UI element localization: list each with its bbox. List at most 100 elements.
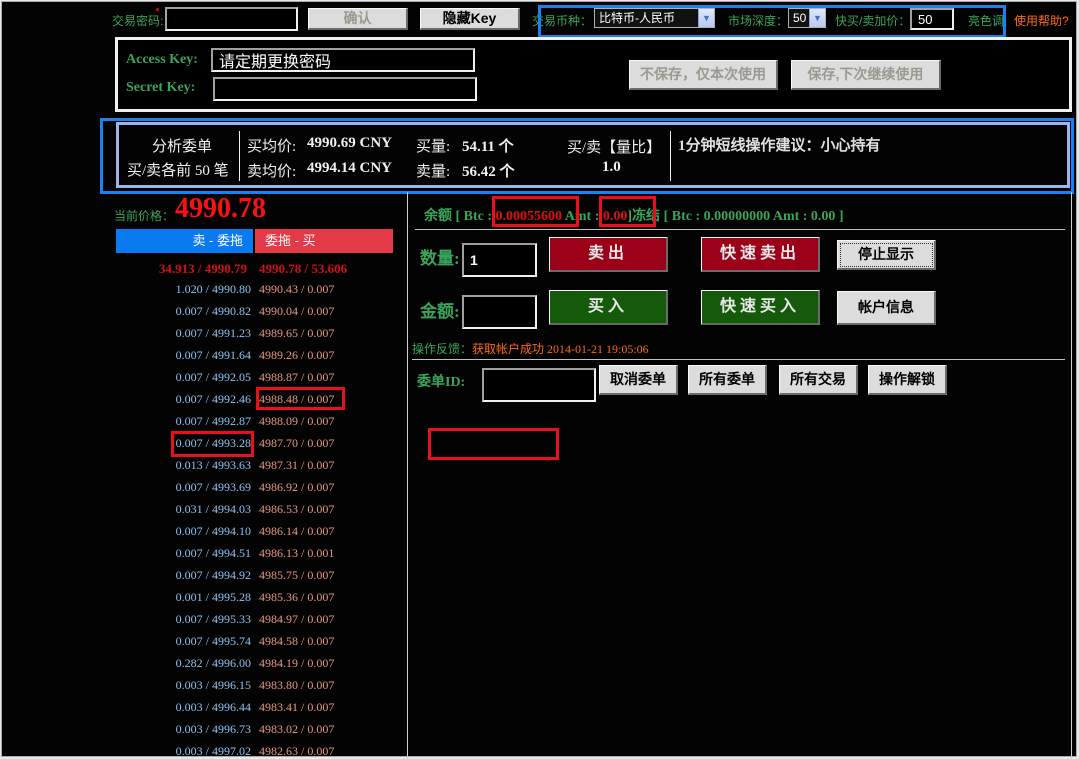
amount-input[interactable]	[462, 295, 537, 329]
ask-entry: 0.007 / 4993.69	[175, 480, 251, 494]
save-button[interactable]: 保存,下次继续使用	[791, 60, 941, 90]
quick-buy-button[interactable]: 快速买入	[701, 290, 820, 325]
current-price: 4990.78	[175, 193, 266, 224]
order-book-row: 0.003 / 4996.44 4983.41 / 0.007	[152, 696, 372, 718]
stop-display-button[interactable]: 停止显示	[837, 240, 936, 270]
bid-entry: 4989.65 / 0.007	[259, 326, 335, 340]
confirm-button[interactable]: 确认	[308, 8, 408, 30]
order-book-row: 0.007 / 4992.87 4988.09 / 0.007	[152, 410, 372, 432]
sell-avg-label: 卖均价:	[247, 164, 297, 180]
analysis-title: 分析委单	[152, 139, 213, 155]
highlight-box	[599, 196, 656, 227]
unlock-button[interactable]: 操作解锁	[868, 365, 947, 395]
bid-entry: 4987.31 / 0.007	[259, 458, 335, 472]
order-book-row: 0.282 / 4996.00 4984.19 / 0.007	[152, 652, 372, 674]
ask-entry: 0.007 / 4990.82	[175, 304, 251, 318]
highlight-box	[428, 428, 559, 460]
app-window: 交易密码: 确认 隐藏Key 交易币种： 比特币-人民币 ▼ 市场深度： 50 …	[1, 1, 1077, 759]
cancel-order-button[interactable]: 取消委单	[599, 365, 678, 395]
ask-entry: 0.007 / 4994.92	[175, 568, 251, 582]
order-book-row: 0.007 / 4994.10 4986.14 / 0.007	[152, 520, 372, 542]
ask-entry: 0.001 / 4995.28	[175, 590, 251, 604]
secret-key-input[interactable]	[213, 77, 477, 101]
bid-entry: 4990.43 / 0.007	[259, 282, 335, 296]
ask-entry: 0.007 / 4992.87	[175, 414, 251, 428]
divider	[412, 359, 1065, 360]
feedback-label: 操作反馈：	[412, 342, 473, 356]
highlight-box	[492, 196, 579, 227]
bid-entry: 4986.53 / 0.007	[259, 502, 335, 516]
no-save-button[interactable]: 不保存，仅本次使用	[629, 60, 778, 90]
ratio-value: 1.0	[602, 159, 621, 175]
buy-vol-value: 54.11 个	[462, 139, 514, 155]
order-book-row: 0.003 / 4996.73 4983.02 / 0.007	[152, 718, 372, 740]
ask-entry: 0.282 / 4996.00	[175, 656, 251, 670]
divider	[239, 131, 240, 181]
sell-vol-label: 卖量:	[416, 164, 451, 180]
ask-entry: 0.007 / 4995.74	[175, 634, 251, 648]
quick-sell-button[interactable]: 快速卖出	[701, 237, 820, 272]
bid-entry: 4984.58 / 0.007	[259, 634, 335, 648]
sell-vol-value: 56.42 个	[462, 164, 515, 180]
bid-entry: 4983.41 / 0.007	[259, 700, 335, 714]
balance-label: 余额	[424, 209, 452, 224]
ask-entry: 0.003 / 4997.02	[175, 744, 251, 758]
highlight-box	[538, 5, 1006, 38]
analysis-subtitle: 买/卖各前 50 笔	[127, 163, 229, 179]
required-dot-icon	[156, 8, 159, 11]
order-book-row: 0.031 / 4994.03 4986.53 / 0.007	[152, 498, 372, 520]
bid-entry: 4988.09 / 0.007	[259, 414, 335, 428]
bid-entry: 4988.87 / 0.007	[259, 370, 335, 384]
access-key-label: Access Key:	[126, 52, 198, 67]
feedback-text: 获取帐户成功 2014-01-21 19:05:06	[472, 342, 649, 356]
trading-advice: 1分钟短线操作建议：小心持有	[678, 138, 881, 154]
all-orders-button[interactable]: 所有委单	[688, 365, 767, 395]
order-book-row: 0.003 / 4996.15 4983.80 / 0.007	[152, 674, 372, 696]
ask-entry: 1.020 / 4990.80	[175, 282, 251, 296]
quantity-input[interactable]	[462, 243, 537, 277]
order-book-row: 0.007 / 4991.23 4989.65 / 0.007	[152, 322, 372, 344]
hide-key-button[interactable]: 隐藏Key	[420, 8, 520, 30]
order-book-row: 0.007 / 4990.82 4990.04 / 0.007	[152, 300, 372, 322]
buy-orders-tab[interactable]: 委拖 - 买	[255, 229, 393, 253]
buy-button[interactable]: 买入	[549, 290, 668, 325]
balance-btc-prefix: [ Btc :	[455, 209, 493, 224]
password-label: 交易密码:	[112, 14, 164, 28]
bid-entry: 4989.26 / 0.007	[259, 348, 335, 362]
ask-entry: 0.007 / 4994.51	[175, 546, 251, 560]
bid-entry: 4990.04 / 0.007	[259, 304, 335, 318]
buy-vol-label: 买量:	[416, 139, 451, 155]
password-input[interactable]	[165, 7, 298, 31]
buy-avg-label: 买均价:	[247, 139, 297, 155]
ask-entry: 0.013 / 4993.63	[175, 458, 251, 472]
ask-entry: 0.007 / 4995.33	[175, 612, 251, 626]
ask-entry: 0.003 / 4996.44	[175, 700, 251, 714]
sell-button[interactable]: 卖出	[549, 237, 668, 272]
access-key-input[interactable]	[211, 48, 475, 72]
divider	[415, 229, 1065, 230]
ask-entry: 0.007 / 4992.05	[175, 370, 251, 384]
ask-entry: 0.007 / 4994.10	[175, 524, 251, 538]
bid-entry: 4986.14 / 0.007	[259, 524, 335, 538]
panel-divider	[407, 192, 408, 759]
order-book-row: 0.003 / 4997.02 4982.63 / 0.007	[152, 740, 372, 759]
sell-orders-tab[interactable]: 卖 - 委拖	[116, 229, 253, 253]
sell-avg-value: 4994.14 CNY	[307, 160, 392, 176]
amount-label: 金额:	[420, 302, 460, 321]
bid-entry: 4985.75 / 0.007	[259, 568, 335, 582]
bid-entry: 4983.02 / 0.007	[259, 722, 335, 736]
frozen-value: [ Btc : 0.00000000 Amt : 0.00 ]	[663, 209, 844, 224]
all-trades-button[interactable]: 所有交易	[779, 365, 858, 395]
account-info-button[interactable]: 帐户信息	[837, 291, 936, 325]
help-link[interactable]: 使用帮助?	[1014, 12, 1069, 29]
bid-entry: 4986.92 / 0.007	[259, 480, 335, 494]
bid-entry: 4985.36 / 0.007	[259, 590, 335, 604]
feedback-line: 操作反馈：获取帐户成功 2014-01-21 19:05:06	[412, 340, 649, 357]
order-id-label: 委单ID:	[417, 375, 466, 390]
bid-entry: 4987.70 / 0.007	[259, 436, 335, 450]
order-book-row: 0.007 / 4995.74 4984.58 / 0.007	[152, 630, 372, 652]
bid-entry: 4982.63 / 0.007	[259, 744, 335, 758]
bid-entry: 4986.13 / 0.001	[259, 546, 335, 560]
order-id-input[interactable]	[482, 368, 596, 402]
ask-entry: 0.003 / 4996.73	[175, 722, 251, 736]
